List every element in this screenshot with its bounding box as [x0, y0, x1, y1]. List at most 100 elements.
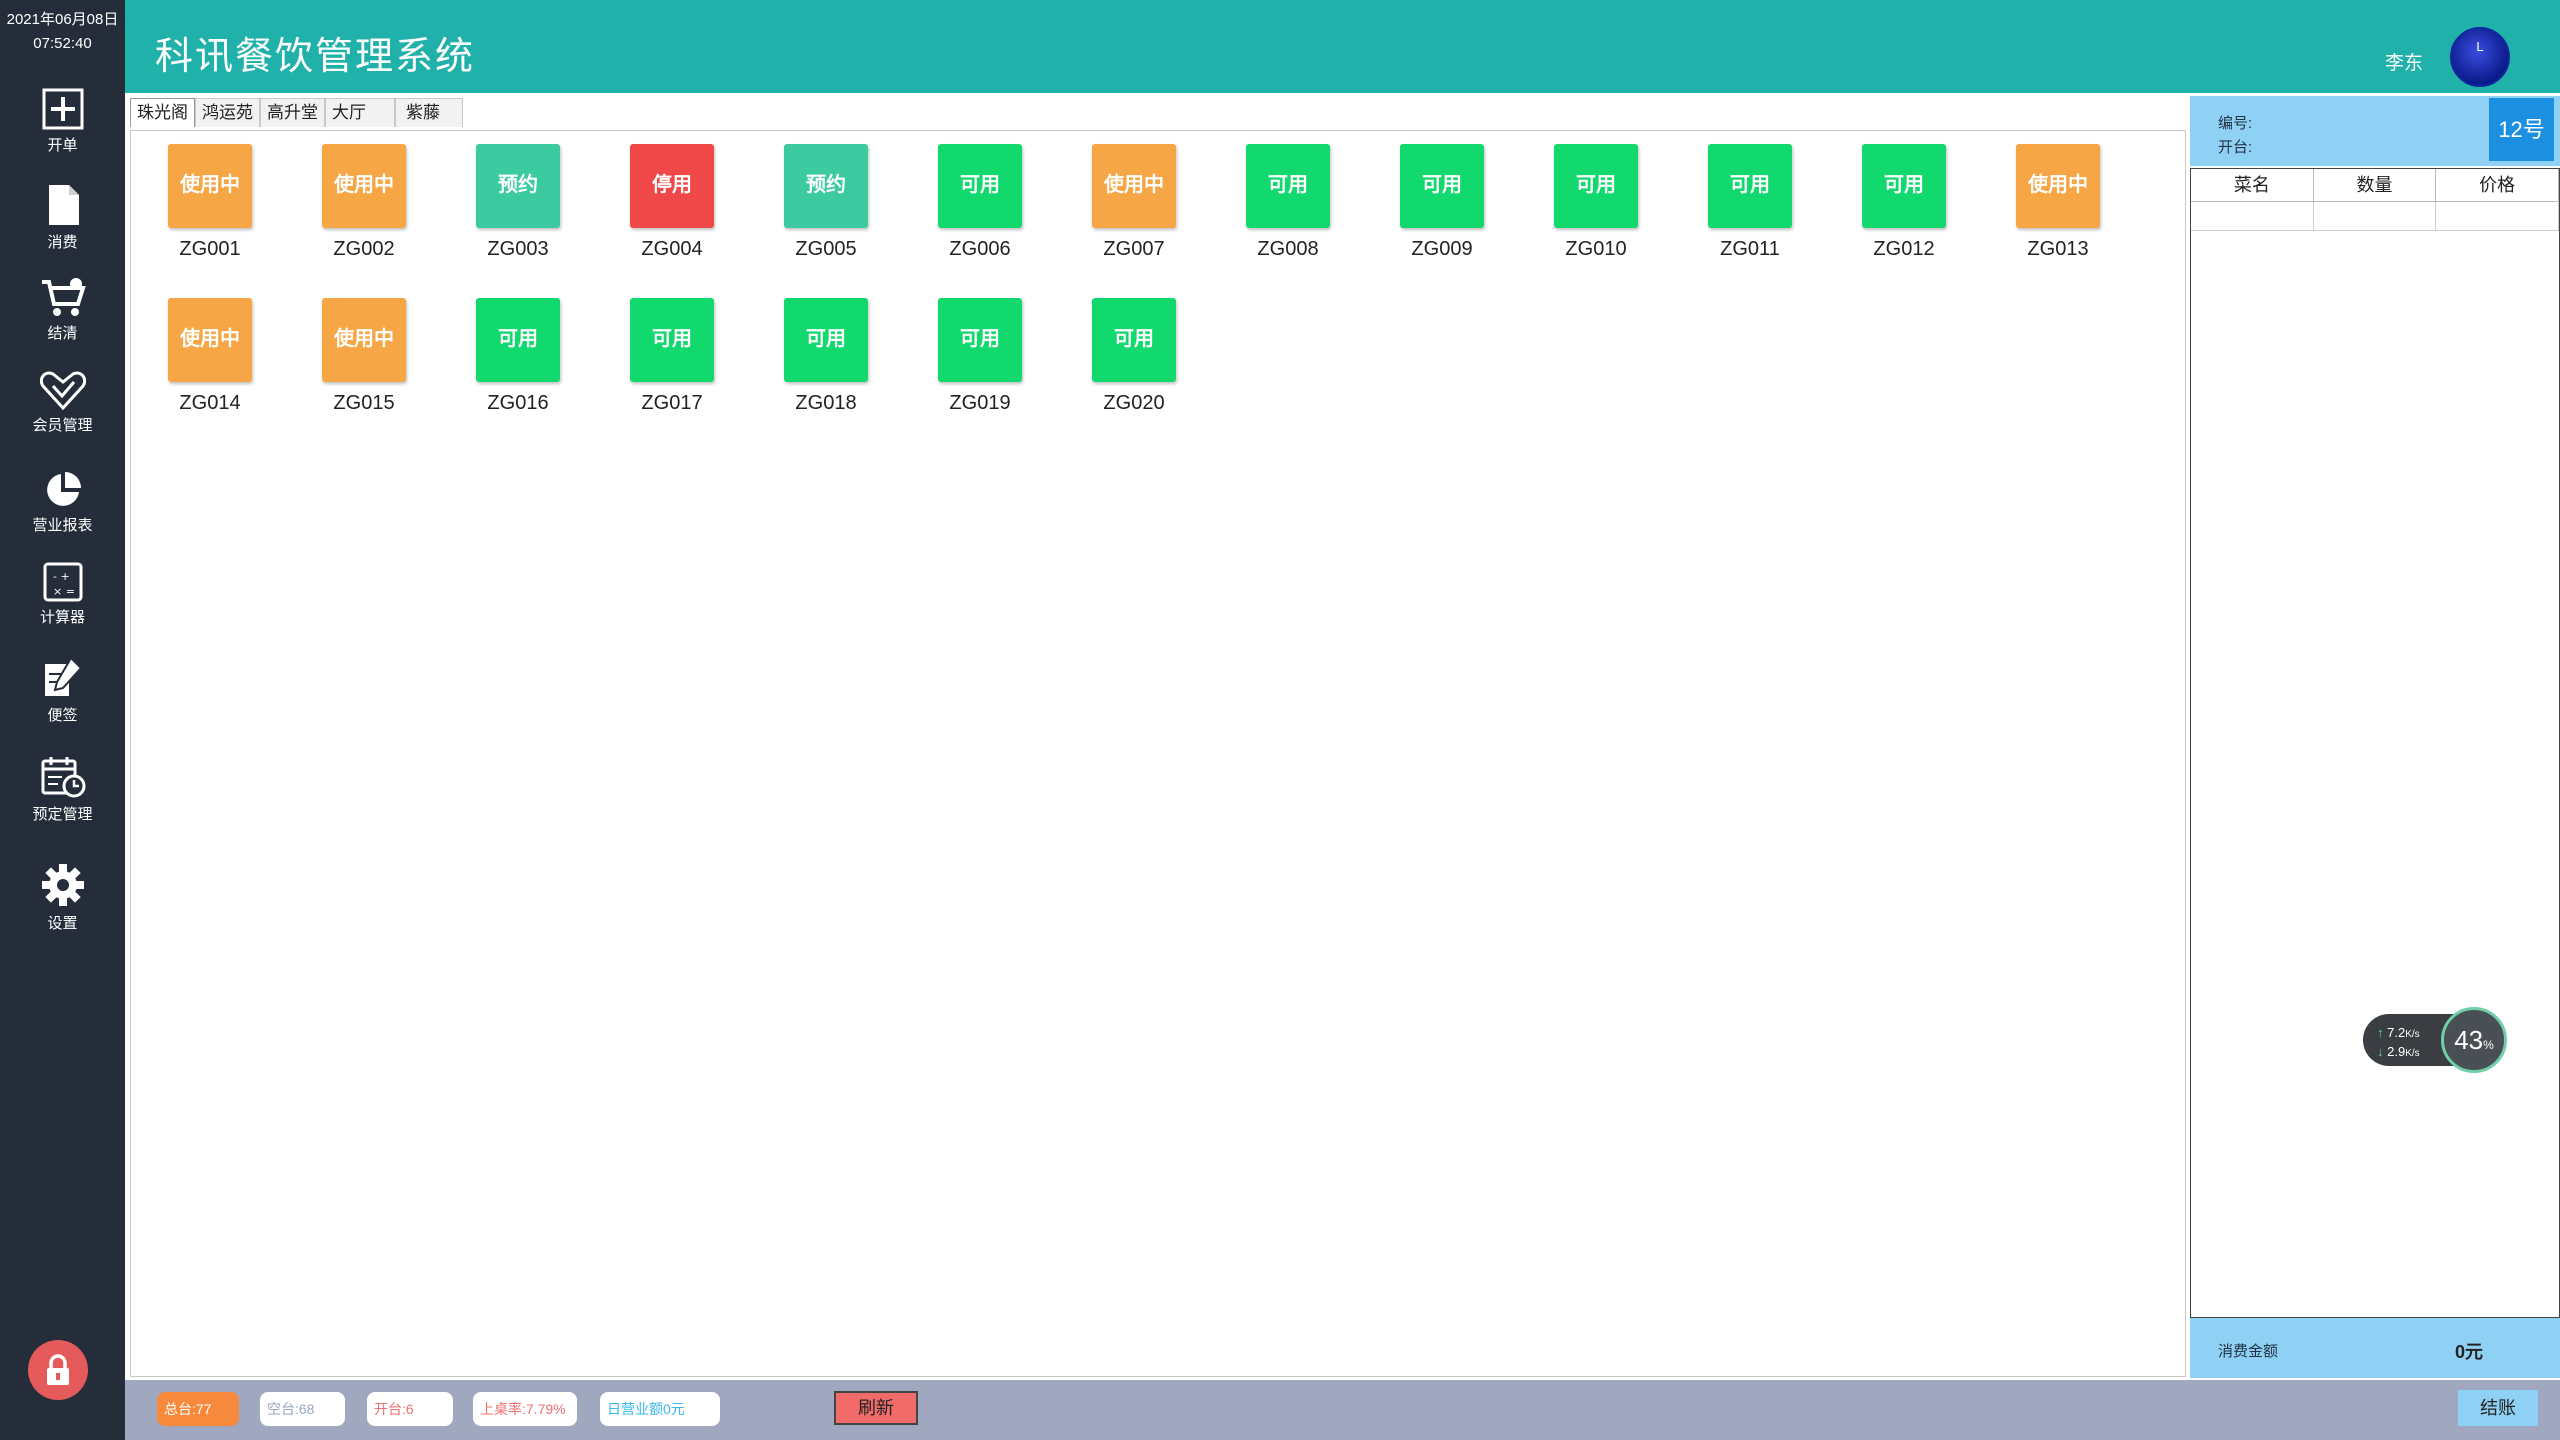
- download-unit: K/s: [2405, 1048, 2420, 1059]
- arrow-up-icon: ↑: [2377, 1025, 2384, 1040]
- sidebar-item-label: 会员管理: [32, 417, 93, 434]
- sidebar-item-label: 营业报表: [32, 517, 93, 534]
- download-speed: ↓ 2.9K/s: [2377, 1044, 2420, 1059]
- pie-chart-icon: [46, 472, 81, 506]
- table-row[interactable]: [2191, 202, 2560, 231]
- table-tile[interactable]: 使用中 ZG007: [1074, 144, 1194, 284]
- order-number-label: 编号:: [2218, 115, 2253, 132]
- table-tile[interactable]: 使用中 ZG001: [150, 144, 270, 284]
- table-code: ZG016: [487, 392, 549, 414]
- avatar[interactable]: L: [2450, 27, 2510, 87]
- user-name: 李东: [2385, 53, 2424, 74]
- table-status: 可用: [476, 298, 560, 382]
- sidebar: 2021年06月08日 07:52:40 开单 消费 结清 会员管理 营业报表 …: [0, 0, 125, 1440]
- table-status: 可用: [1246, 144, 1330, 228]
- order-table: 菜名 数量 价格: [2190, 168, 2560, 1318]
- status-bar: 总台:77 空台:68 开台:6 上桌率:7.79% 日营业额0元 刷新 结账: [125, 1380, 2560, 1440]
- table-code: ZG008: [1257, 238, 1319, 260]
- upload-unit: K/s: [2405, 1029, 2420, 1040]
- table-cell: [2191, 202, 2314, 231]
- refresh-button[interactable]: 刷新: [834, 1391, 918, 1425]
- sidebar-item-label: 计算器: [39, 609, 85, 626]
- svg-text:- +: - +: [53, 570, 70, 583]
- cart-icon: [41, 278, 86, 316]
- table-tile[interactable]: 可用 ZG011: [1690, 144, 1810, 284]
- table-status: 可用: [1400, 144, 1484, 228]
- cpu-percent-unit: %: [2483, 1038, 2494, 1052]
- table-status: 可用: [1092, 298, 1176, 382]
- table-tile[interactable]: 可用 ZG016: [458, 298, 578, 438]
- table-tile[interactable]: 可用 ZG006: [920, 144, 1040, 284]
- stat-empty-tables: 空台:68: [260, 1392, 345, 1426]
- sidebar-item-reports[interactable]: 营业报表: [0, 470, 125, 550]
- table-tile[interactable]: 可用 ZG020: [1074, 298, 1194, 438]
- table-status: 停用: [630, 144, 714, 228]
- table-code: ZG006: [949, 238, 1011, 260]
- table-code: ZG002: [333, 238, 395, 260]
- table-tile[interactable]: 使用中 ZG013: [1998, 144, 2118, 284]
- sidebar-item-settle[interactable]: 结清: [0, 278, 125, 358]
- cpu-percent: 43: [2454, 1025, 2484, 1055]
- table-tile[interactable]: 可用 ZG009: [1382, 144, 1502, 284]
- clock-time: 07:52:40: [33, 35, 92, 52]
- net-speed-widget[interactable]: ↑ 7.2K/s ↓ 2.9K/s 43%: [2363, 1007, 2513, 1073]
- table-cell: [2313, 202, 2437, 231]
- sidebar-item-settings[interactable]: 设置: [0, 862, 125, 942]
- table-status: 可用: [784, 298, 868, 382]
- table-code: ZG018: [795, 392, 857, 414]
- sidebar-item-members[interactable]: 会员管理: [0, 370, 125, 450]
- table-tile[interactable]: 可用 ZG017: [612, 298, 732, 438]
- table-tile[interactable]: 可用 ZG008: [1228, 144, 1348, 284]
- tab-area[interactable]: 鸿运苑: [195, 98, 260, 127]
- heart-check-icon: [39, 371, 86, 410]
- tab-area[interactable]: 珠光阁: [130, 98, 195, 127]
- sidebar-item-consume[interactable]: 消费: [0, 183, 125, 263]
- selected-table-number: 12号: [2489, 98, 2554, 161]
- total-label: 消费金额: [2218, 1343, 2279, 1360]
- table-code: ZG004: [641, 238, 703, 260]
- download-value: 2.9: [2387, 1044, 2406, 1059]
- table-status: 可用: [938, 144, 1022, 228]
- plus-icon: [42, 88, 83, 130]
- table-code: ZG017: [641, 392, 703, 414]
- lock-button[interactable]: [28, 1340, 88, 1400]
- table-tile[interactable]: 使用中 ZG015: [304, 298, 424, 438]
- table-tile[interactable]: 使用中 ZG002: [304, 144, 424, 284]
- table-tile[interactable]: 停用 ZG004: [612, 144, 732, 284]
- table-tile[interactable]: 可用 ZG010: [1536, 144, 1656, 284]
- table-tile[interactable]: 预约 ZG005: [766, 144, 886, 284]
- table-code: ZG012: [1873, 238, 1935, 260]
- table-tile[interactable]: 预约 ZG003: [458, 144, 578, 284]
- tab-area[interactable]: 高升堂: [260, 98, 325, 127]
- table-code: ZG001: [179, 238, 241, 260]
- sidebar-item-label: 结清: [47, 325, 78, 342]
- table-status: 使用中: [1092, 144, 1176, 228]
- table-code: ZG014: [179, 392, 241, 414]
- sidebar-item-label: 预定管理: [32, 806, 93, 823]
- table-tile[interactable]: 可用 ZG012: [1844, 144, 1964, 284]
- clock-date: 2021年06月08日: [6, 11, 119, 28]
- table-tile[interactable]: 使用中 ZG014: [150, 298, 270, 438]
- sidebar-item-calculator[interactable]: - + × = 计算器: [0, 562, 125, 642]
- column-header-quantity: 数量: [2313, 169, 2437, 202]
- total-bar: 消费金额 0元: [2190, 1318, 2560, 1378]
- sidebar-item-label: 便签: [47, 707, 78, 724]
- tab-area[interactable]: 紫藤: [395, 98, 463, 127]
- table-tile[interactable]: 可用 ZG018: [766, 298, 886, 438]
- table-status: 使用中: [322, 298, 406, 382]
- arrow-down-icon: ↓: [2377, 1044, 2384, 1059]
- table-tile[interactable]: 可用 ZG019: [920, 298, 1040, 438]
- sidebar-item-open-order[interactable]: 开单: [0, 88, 125, 168]
- upload-speed: ↑ 7.2K/s: [2377, 1025, 2420, 1040]
- sidebar-item-notes[interactable]: 便签: [0, 656, 125, 736]
- stat-daily-revenue: 日营业额0元: [600, 1392, 720, 1426]
- tab-area[interactable]: 大厅: [325, 98, 395, 127]
- checkout-button[interactable]: 结账: [2458, 1390, 2538, 1426]
- table-code: ZG020: [1103, 392, 1165, 414]
- calendar-clock-icon: [41, 757, 85, 798]
- table-grid: 使用中 ZG001 使用中 ZG002 预约 ZG003 停用 ZG004 预约 ZG005 可用 Z…: [130, 130, 2186, 1377]
- table-code: ZG013: [2027, 238, 2089, 260]
- app-title: 科讯餐饮管理系统: [155, 34, 476, 78]
- sidebar-item-reservations[interactable]: 预定管理: [0, 755, 125, 835]
- table-status: 可用: [1862, 144, 1946, 228]
